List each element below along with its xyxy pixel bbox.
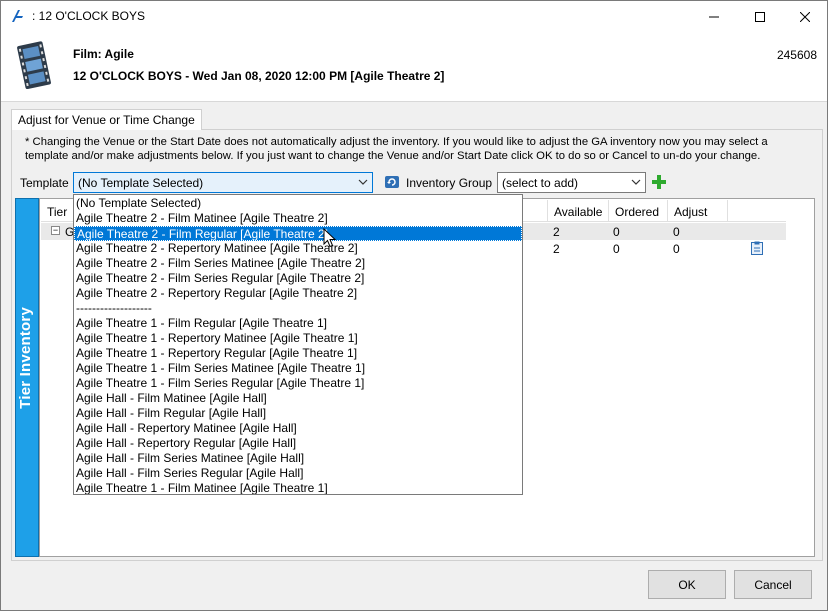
dropdown-option[interactable]: Agile Theatre 2 - Film Series Regular [A… (74, 271, 522, 286)
close-icon (800, 11, 810, 22)
cancel-button[interactable]: Cancel (734, 570, 812, 599)
chevron-down-icon (358, 179, 368, 185)
dropdown-option[interactable]: (No Template Selected) (74, 196, 522, 211)
dropdown-option[interactable]: Agile Theatre 1 - Film Series Matinee [A… (74, 361, 522, 376)
inventory-group-select[interactable]: (select to add) (497, 172, 646, 193)
ordered-cell: 0 (613, 242, 620, 256)
dropdown-option[interactable]: Agile Theatre 1 - Repertory Matinee [Agi… (74, 331, 522, 346)
performance-id: 245608 (776, 48, 817, 62)
dropdown-option[interactable]: Agile Theatre 2 - Film Series Matinee [A… (74, 256, 522, 271)
ok-button[interactable]: OK (648, 570, 726, 599)
tree-collapse-icon[interactable]: − (51, 226, 60, 235)
template-dropdown-list[interactable]: (No Template Selected) Agile Theatre 2 - … (73, 194, 523, 495)
tier-inventory-label: Tier Inventory (17, 307, 34, 409)
column-header-action (727, 200, 786, 222)
app-logo-icon (12, 10, 23, 22)
dropdown-option[interactable]: Agile Theatre 1 - Film Regular [Agile Th… (74, 316, 522, 331)
column-header-ordered[interactable]: Ordered (608, 200, 667, 222)
dropdown-option[interactable]: Agile Theatre 1 - Film Matinee [Agile Th… (74, 481, 522, 494)
dropdown-option[interactable]: Agile Theatre 2 - Repertory Regular [Agi… (74, 286, 522, 301)
adjust-cell[interactable]: 0 (673, 225, 680, 239)
column-header-available[interactable]: Available (547, 200, 608, 222)
dropdown-option[interactable]: Agile Hall - Film Series Matinee [Agile … (74, 451, 522, 466)
window-title: : 12 O'CLOCK BOYS (32, 9, 145, 23)
dropdown-option[interactable]: Agile Theatre 1 - Repertory Regular [Agi… (74, 346, 522, 361)
ordered-cell: 0 (613, 225, 620, 239)
dropdown-option[interactable]: Agile Hall - Film Regular [Agile Hall] (74, 406, 522, 421)
mouse-cursor-icon (323, 228, 337, 248)
inventory-group-icon[interactable] (384, 174, 400, 190)
clipboard-icon[interactable] (751, 241, 763, 255)
adjust-cell[interactable]: 0 (673, 242, 680, 256)
performance-header: Film: Agile 12 O'CLOCK BOYS - Wed Jan 08… (1, 32, 827, 102)
close-button[interactable] (782, 1, 828, 32)
column-header-adjust[interactable]: Adjust (667, 200, 727, 222)
add-icon[interactable] (652, 175, 666, 189)
template-select-value: (No Template Selected) (78, 176, 204, 190)
dialog-window: : 12 O'CLOCK BOYS Film: Agile 12 O'CLOCK… (0, 0, 828, 611)
maximize-button[interactable] (737, 1, 783, 32)
dropdown-option[interactable]: Agile Theatre 2 - Repertory Matinee [Agi… (74, 241, 522, 256)
film-title: Film: Agile (73, 47, 134, 61)
available-cell: 2 (553, 242, 560, 256)
dropdown-option[interactable]: Agile Hall - Film Matinee [Agile Hall] (74, 391, 522, 406)
film-reel-icon (17, 41, 51, 89)
template-select[interactable]: (No Template Selected) (73, 172, 373, 193)
tab-adjust-venue-time[interactable]: Adjust for Venue or Time Change (11, 109, 202, 130)
dropdown-option[interactable]: Agile Theatre 1 - Film Series Regular [A… (74, 376, 522, 391)
dropdown-option[interactable]: Agile Hall - Repertory Regular [Agile Ha… (74, 436, 522, 451)
inventory-group-label: Inventory Group (406, 176, 493, 190)
minimize-icon (709, 16, 719, 17)
dropdown-option[interactable]: Agile Hall - Film Series Regular [Agile … (74, 466, 522, 481)
dropdown-option[interactable]: Agile Hall - Repertory Matinee [Agile Ha… (74, 421, 522, 436)
available-cell: 2 (553, 225, 560, 239)
minimize-button[interactable] (691, 1, 737, 32)
chevron-down-icon (631, 179, 641, 185)
performance-title: 12 O'CLOCK BOYS - Wed Jan 08, 2020 12:00… (73, 69, 445, 83)
dropdown-option[interactable]: Agile Theatre 2 - Film Matinee [Agile Th… (74, 211, 522, 226)
maximize-icon (755, 11, 765, 22)
dropdown-option[interactable]: Agile Theatre 2 - Film Regular [Agile Th… (74, 226, 522, 241)
template-label: Template (20, 176, 69, 190)
dropdown-option[interactable]: ------------------- (74, 301, 522, 316)
tier-inventory-band: Tier Inventory (15, 198, 39, 557)
inventory-group-select-value: (select to add) (502, 176, 579, 190)
title-bar: : 12 O'CLOCK BOYS (1, 1, 827, 32)
info-text: * Changing the Venue or the Start Date d… (25, 136, 768, 162)
